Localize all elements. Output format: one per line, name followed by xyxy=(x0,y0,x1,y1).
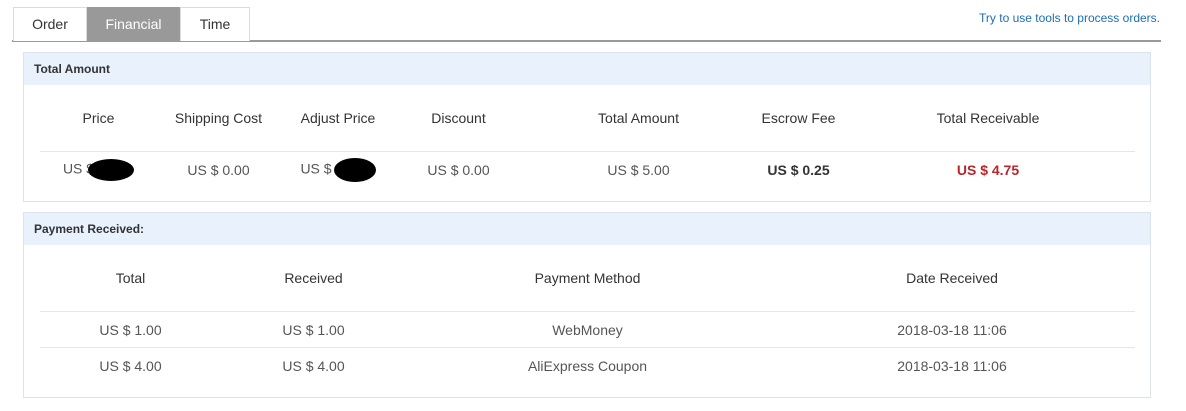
payment-table: Total Received Payment Method Date Recei… xyxy=(40,245,1135,383)
price-cell: US $ xyxy=(40,152,157,188)
payment-date: 2018-03-18 11:06 xyxy=(897,357,1007,374)
payment-received-title: Payment Received: xyxy=(24,213,1150,245)
redaction-mark xyxy=(333,157,376,182)
total-amount-row: US $ US $ 0.00 US $ US $ 0.00 US $ 5.00 … xyxy=(40,152,1135,188)
payment-method: WebMoney xyxy=(406,311,769,348)
table-row: US $ 1.00 US $ 1.00 WebMoney 2018-03-18 … xyxy=(40,311,1135,348)
table-row: US $ 4.00 US $ 4.00 AliExpress Coupon 20… xyxy=(40,348,1135,384)
tab-time[interactable]: Time xyxy=(180,7,250,41)
payment-received-panel: Payment Received: Total Received Payment… xyxy=(23,212,1151,398)
header-shipping-cost: Shipping Cost xyxy=(157,85,280,152)
payment-total: US $ 4.00 xyxy=(99,357,162,374)
total-amount-panel: Total Amount Price Shipping Cost Adjust … xyxy=(23,52,1151,202)
adjust-price-cell: US $ xyxy=(280,152,396,188)
shipping-cost-cell: US $ 0.00 xyxy=(187,161,250,178)
total-amount-table: Price Shipping Cost Adjust Price Discoun… xyxy=(40,85,1135,187)
redaction-mark xyxy=(88,158,135,181)
header-discount: Discount xyxy=(396,85,521,152)
header-payment-method: Payment Method xyxy=(406,245,769,312)
discount-cell: US $ 0.00 xyxy=(427,161,490,178)
payment-date: 2018-03-18 11:06 xyxy=(769,311,1135,348)
payment-method: AliExpress Coupon xyxy=(527,357,648,374)
tools-link[interactable]: Try to use tools to process orders. xyxy=(979,11,1160,25)
total-amount-cell: US $ 5.00 xyxy=(607,161,670,178)
total-amount-title: Total Amount xyxy=(24,53,1150,85)
header-escrow-fee: Escrow Fee xyxy=(756,85,841,152)
total-amount-header-row: Price Shipping Cost Adjust Price Discoun… xyxy=(40,85,1135,152)
total-receivable-cell: US $ 4.75 xyxy=(956,161,1020,178)
header-total-amount: Total Amount xyxy=(521,85,756,152)
header-adjust-price: Adjust Price xyxy=(280,85,396,152)
payment-received: US $ 4.00 xyxy=(282,357,345,374)
payment-received: US $ 1.00 xyxy=(221,311,406,348)
tab-order[interactable]: Order xyxy=(13,7,87,41)
header-total-receivable: Total Receivable xyxy=(841,85,1135,152)
adjust-price-prefix: US $ xyxy=(300,160,332,177)
payment-total: US $ 1.00 xyxy=(40,311,221,348)
tab-financial[interactable]: Financial xyxy=(87,7,180,41)
header-received: Received xyxy=(221,245,406,312)
header-total: Total xyxy=(40,245,221,312)
header-date-received: Date Received xyxy=(769,245,1135,312)
escrow-fee-cell: US $ 0.25 xyxy=(767,161,830,178)
payment-header-row: Total Received Payment Method Date Recei… xyxy=(40,245,1135,312)
header-price: Price xyxy=(40,85,157,152)
